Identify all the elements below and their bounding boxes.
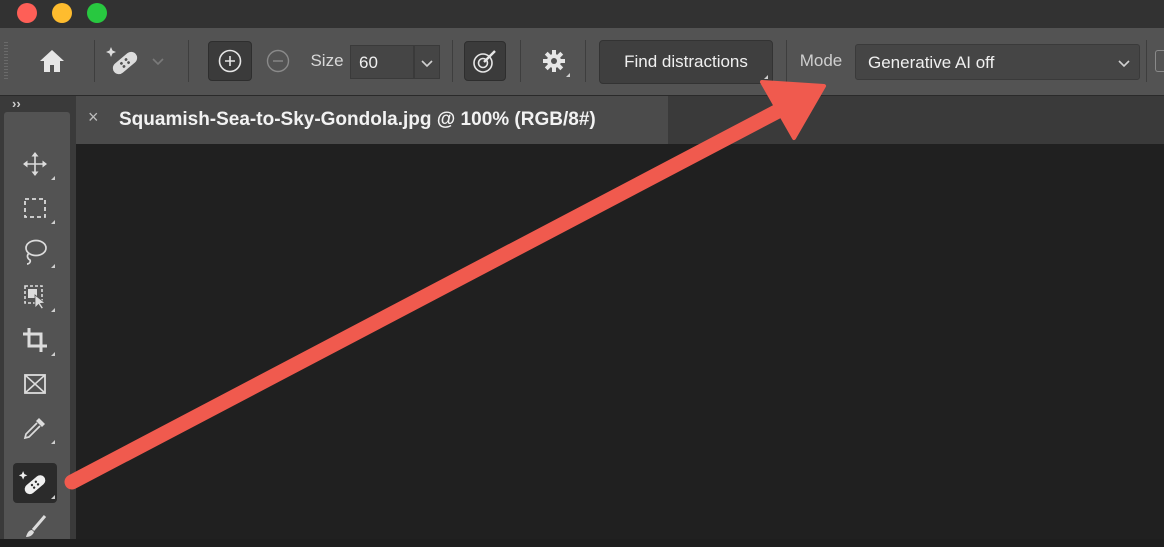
annotation-arrow-shaft xyxy=(64,102,788,490)
annotation-arrow xyxy=(64,80,826,490)
